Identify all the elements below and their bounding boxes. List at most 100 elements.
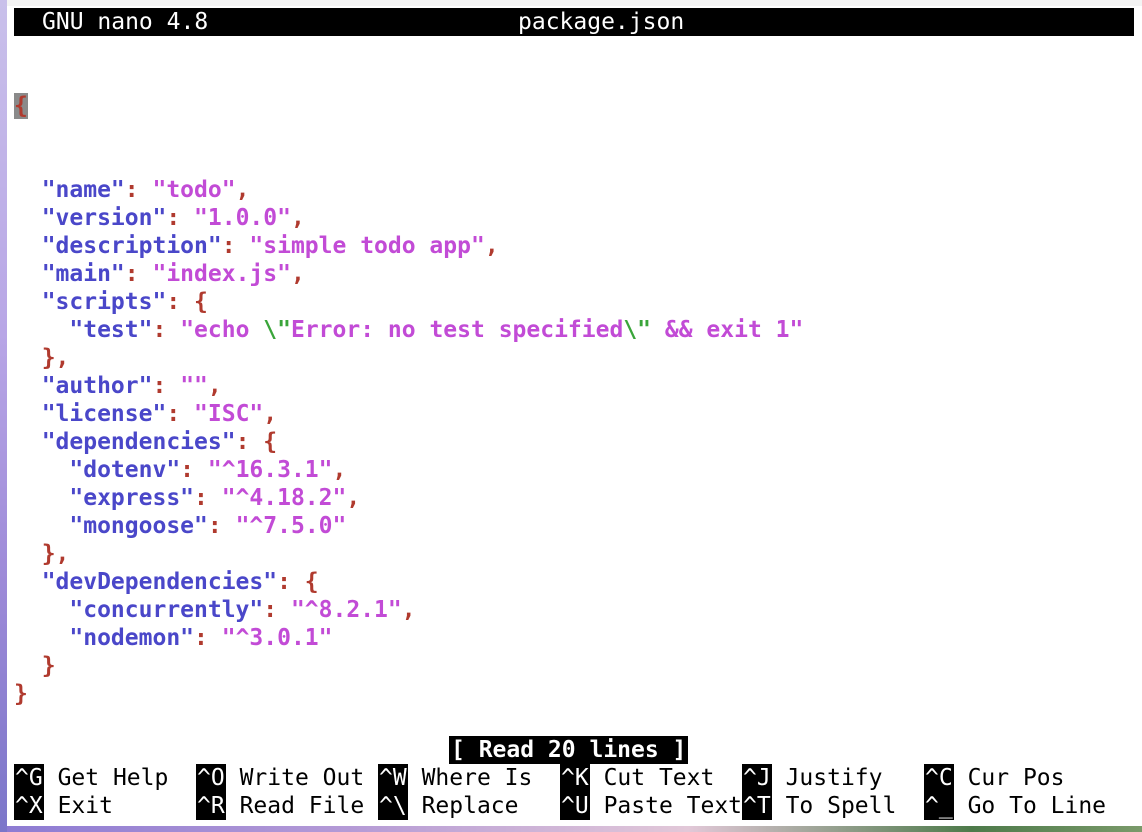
json-string-value: "^4.18.2" xyxy=(221,485,347,511)
editor-line[interactable]: } xyxy=(14,652,803,680)
shortcut-label: Cut Text xyxy=(603,765,715,791)
json-string-value: "^16.3.1" xyxy=(207,457,333,483)
editor-buffer[interactable]: { "name": "todo", "version": "1.0.0", "d… xyxy=(14,36,803,708)
json-punctuation: , xyxy=(290,261,305,287)
json-punctuation: , xyxy=(290,205,305,231)
json-punctuation: , xyxy=(401,597,416,623)
file-name: package.json xyxy=(518,9,685,35)
editor-line[interactable]: "name": "todo", xyxy=(14,176,803,204)
shortcut-paste-text[interactable]: ^U Paste Text xyxy=(560,792,742,820)
json-key: "name" xyxy=(14,177,125,203)
shortcut-key: ^_ xyxy=(924,792,954,820)
editor-line[interactable]: "author": "", xyxy=(14,372,803,400)
json-string-value: "simple todo app" xyxy=(249,233,485,259)
desktop-background-edge xyxy=(0,0,7,832)
json-key: "mongoose" xyxy=(14,513,208,539)
shortcut-key: ^X xyxy=(14,792,44,820)
editor-line[interactable]: "license": "ISC", xyxy=(14,400,803,428)
editor-line[interactable]: "description": "simple todo app", xyxy=(14,232,803,260)
json-punctuation: : xyxy=(166,401,195,427)
desktop-background-bottom-edge xyxy=(7,826,1142,832)
json-punctuation: : xyxy=(152,317,181,343)
editor-line[interactable]: "dotenv": "^16.3.1", xyxy=(14,456,803,484)
editor-line[interactable]: "dependencies": { xyxy=(14,428,803,456)
shortcut-read-file[interactable]: ^R Read File xyxy=(196,792,364,820)
json-punctuation: , xyxy=(263,401,278,427)
json-key: "description" xyxy=(14,233,222,259)
json-key: "express" xyxy=(14,485,195,511)
shortcut-to-spell[interactable]: ^T To Spell xyxy=(742,792,896,820)
json-punctuation: : xyxy=(263,597,291,623)
editor-line[interactable]: "devDependencies": { xyxy=(14,568,803,596)
json-punctuation: : xyxy=(207,513,236,539)
editor-line[interactable]: "scripts": { xyxy=(14,288,803,316)
json-escape-sequence: \" xyxy=(263,317,291,343)
json-key: "version" xyxy=(14,205,167,231)
editor-line[interactable]: "version": "1.0.0", xyxy=(14,204,803,232)
json-punctuation: : xyxy=(194,625,222,651)
editor-line[interactable]: }, xyxy=(14,540,803,568)
shortcut-get-help[interactable]: ^G Get Help xyxy=(14,764,168,792)
shortcut-key: ^U xyxy=(560,792,590,820)
json-key: "test" xyxy=(14,317,153,343)
json-key: "devDependencies" xyxy=(14,569,278,595)
shortcut-exit[interactable]: ^X Exit xyxy=(14,792,113,820)
program-version: GNU nano 4.8 xyxy=(42,9,209,35)
shortcut-key: ^W xyxy=(378,764,408,792)
shortcut-key: ^\ xyxy=(378,792,408,820)
json-string-value: "1.0.0" xyxy=(194,205,291,231)
json-punctuation: : xyxy=(124,177,153,203)
shortcut-label: Go To Line xyxy=(967,793,1107,819)
editor-line[interactable]: "main": "index.js", xyxy=(14,260,803,288)
json-punctuation: , xyxy=(484,233,499,259)
shortcut-replace[interactable]: ^\ Replace xyxy=(378,792,519,820)
nano-title-bar: GNU nano 4.8 package.json xyxy=(14,8,1134,36)
json-punctuation: , xyxy=(207,373,222,399)
editor-line[interactable]: "nodemon": "^3.0.1" xyxy=(14,624,803,652)
editor-line[interactable]: } xyxy=(14,680,803,708)
json-punctuation: : { xyxy=(235,429,278,455)
shortcut-go-to-line[interactable]: ^_ Go To Line xyxy=(924,792,1106,820)
json-punctuation: : xyxy=(124,261,153,287)
editor-line[interactable]: "express": "^4.18.2", xyxy=(14,484,803,512)
json-string-value: "" xyxy=(180,373,208,399)
json-punctuation: , xyxy=(346,485,361,511)
json-punctuation: } xyxy=(14,681,28,707)
json-escape-sequence: \" xyxy=(623,317,652,343)
status-message: [ Read 20 lines ] xyxy=(449,736,689,764)
text-cursor[interactable]: { xyxy=(14,93,28,119)
editor-line[interactable]: "mongoose": "^7.5.0" xyxy=(14,512,803,540)
json-string-value: "index.js" xyxy=(152,261,291,287)
shortcut-label: To Spell xyxy=(785,793,897,819)
shortcut-where-is[interactable]: ^W Where Is xyxy=(378,764,532,792)
json-key: "author" xyxy=(14,373,153,399)
json-string-value: && exit 1" xyxy=(651,317,804,343)
json-punctuation: } xyxy=(14,653,56,679)
json-string-value: "^3.0.1" xyxy=(221,625,333,651)
json-punctuation: : xyxy=(180,457,208,483)
shortcut-justify[interactable]: ^J Justify xyxy=(742,764,883,792)
shortcut-label: Read File xyxy=(239,793,365,819)
shortcut-label: Justify xyxy=(785,765,883,791)
json-string-value: "^7.5.0" xyxy=(235,513,347,539)
shortcut-label: Get Help xyxy=(57,765,169,791)
json-punctuation: : xyxy=(152,373,181,399)
editor-line[interactable]: "concurrently": "^8.2.1", xyxy=(14,596,803,624)
shortcut-cut-text[interactable]: ^K Cut Text xyxy=(560,764,714,792)
json-string-value: Error: no test specified xyxy=(290,317,624,343)
shortcut-key: ^O xyxy=(196,764,226,792)
shortcut-label: Where Is xyxy=(421,765,533,791)
json-punctuation: }, xyxy=(14,541,70,567)
editor-line[interactable]: }, xyxy=(14,344,803,372)
json-string-value: "ISC" xyxy=(194,401,264,427)
shortcut-key: ^C xyxy=(924,764,954,792)
shortcut-key: ^R xyxy=(196,792,226,820)
shortcut-cur-pos[interactable]: ^C Cur Pos xyxy=(924,764,1065,792)
shortcut-key: ^T xyxy=(742,792,772,820)
editor-line[interactable]: "test": "echo \"Error: no test specified… xyxy=(14,316,803,344)
shortcut-key: ^J xyxy=(742,764,772,792)
json-key: "main" xyxy=(14,261,125,287)
shortcut-write-out[interactable]: ^O Write Out xyxy=(196,764,364,792)
json-string-value: "todo" xyxy=(152,177,236,203)
editor-line[interactable]: { xyxy=(14,92,803,120)
